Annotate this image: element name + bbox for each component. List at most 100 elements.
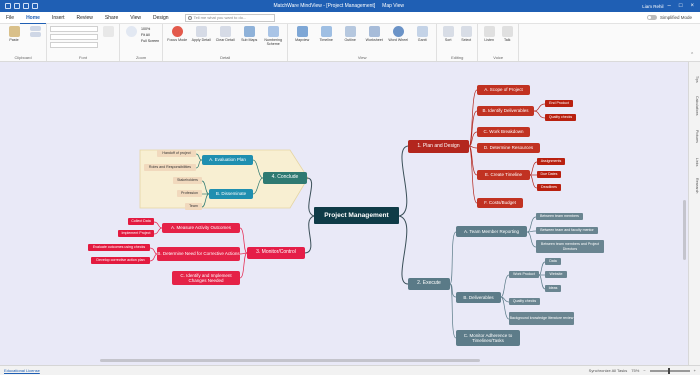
save-icon[interactable] bbox=[5, 3, 11, 9]
side-tab-research[interactable]: Research bbox=[691, 178, 699, 193]
topic-team-member-reporting[interactable]: A. Team Member Reporting bbox=[456, 226, 527, 237]
topic-plan-and-design[interactable]: 1. Plan and Design bbox=[408, 140, 469, 153]
topic-profession[interactable]: Profession bbox=[177, 190, 202, 197]
cut-copy-buttons[interactable] bbox=[27, 26, 43, 38]
topic-between-team-members[interactable]: Between team members bbox=[536, 213, 583, 220]
minimize-icon[interactable]: – bbox=[668, 3, 671, 9]
topic-work-product[interactable]: Work Product bbox=[509, 271, 539, 278]
topic-quality-checks-execute[interactable]: Quality checks bbox=[509, 298, 540, 305]
worksheet-button[interactable]: Worksheet bbox=[363, 26, 385, 42]
font-family-select[interactable] bbox=[50, 26, 98, 32]
mind-map-canvas[interactable]: Project Management 1. Plan and Design A.… bbox=[0, 62, 688, 365]
topic-roles-responsibilities[interactable]: Roles and Responsibilities bbox=[144, 164, 196, 171]
topic-quality-checks-plan[interactable]: Quality checks bbox=[545, 114, 576, 121]
topic-conclude[interactable]: 4. Conclude bbox=[263, 172, 307, 184]
topic-scope-of-project[interactable]: A. Scope of Project bbox=[477, 85, 530, 95]
focus-mode-button[interactable]: Focus Mode bbox=[166, 26, 188, 42]
topic-ideas[interactable]: Ideas bbox=[545, 285, 561, 292]
numbering-scheme-button[interactable]: Numbering Scheme bbox=[262, 26, 284, 46]
gantt-button[interactable]: Gantt bbox=[411, 26, 433, 42]
topic-deadlines[interactable]: Deadlines bbox=[537, 184, 561, 191]
timeline-button[interactable]: Timeline bbox=[315, 26, 337, 42]
topic-execute[interactable]: 2. Execute bbox=[408, 278, 450, 290]
maximize-icon[interactable]: □ bbox=[679, 3, 683, 9]
topic-identify-implement-changes[interactable]: C. Identify and Implement Changes Needed bbox=[172, 271, 240, 285]
font-style-buttons[interactable] bbox=[50, 42, 98, 48]
clear-detail-button[interactable]: Clear Detail bbox=[214, 26, 236, 42]
topic-evaluation-plan[interactable]: A. Evaluation Plan bbox=[202, 155, 253, 165]
sub-maps-button[interactable]: Sub Maps bbox=[238, 26, 260, 42]
topic-costs-budget[interactable]: F. Costs/Budget bbox=[477, 198, 523, 208]
topic-background-knowledge[interactable]: Background knowledge literature review bbox=[509, 312, 574, 325]
topic-assignments[interactable]: Assignments bbox=[537, 158, 565, 165]
zoom-out-icon[interactable]: − bbox=[643, 368, 645, 373]
apply-detail-button[interactable]: Apply Detail bbox=[190, 26, 212, 42]
license-link[interactable]: Educational License bbox=[4, 368, 40, 373]
select-button[interactable]: Select bbox=[458, 26, 474, 42]
topic-work-breakdown[interactable]: C. Work Breakdown bbox=[477, 127, 530, 137]
side-tab-links[interactable]: Links bbox=[691, 158, 699, 166]
topic-handoff-of-project[interactable]: Handoff of project bbox=[157, 150, 196, 157]
topic-due-dates[interactable]: Due Dates bbox=[537, 171, 561, 178]
topic-create-timeline[interactable]: E. Create Timeline bbox=[477, 170, 530, 180]
topic-collect-data[interactable]: Collect Data bbox=[128, 218, 154, 225]
paste-button[interactable]: Paste bbox=[3, 26, 25, 42]
talk-button[interactable]: Talk bbox=[499, 26, 515, 42]
side-tab-calculations[interactable]: Calculations bbox=[691, 96, 699, 116]
zoom-button[interactable] bbox=[123, 26, 139, 38]
topic-evaluate-outcomes[interactable]: Evaluate outcomes using checks bbox=[88, 244, 150, 251]
side-tab-pictures[interactable]: Pictures bbox=[691, 130, 699, 143]
listen-button[interactable]: Listen bbox=[481, 26, 497, 42]
topic-between-team-directors[interactable]: Between team members and Project Directo… bbox=[536, 240, 604, 253]
tab-file[interactable]: File bbox=[0, 12, 20, 24]
zoom-fit-all[interactable]: Fit All bbox=[141, 33, 159, 37]
tab-view[interactable]: View bbox=[124, 12, 147, 24]
redo-icon[interactable] bbox=[23, 3, 29, 9]
word-wheel-button[interactable]: Word Wheel bbox=[387, 26, 409, 42]
root-topic[interactable]: Project Management bbox=[314, 207, 399, 224]
close-icon[interactable]: × bbox=[690, 3, 694, 9]
outline-button[interactable]: Outline bbox=[339, 26, 361, 42]
collapse-ribbon-icon[interactable]: ⌃ bbox=[690, 24, 700, 61]
tab-design[interactable]: Design bbox=[147, 12, 175, 24]
undo-icon[interactable] bbox=[14, 3, 20, 9]
font-color-button[interactable] bbox=[100, 26, 116, 38]
zoom-full-screen[interactable]: Full Screen bbox=[141, 39, 159, 43]
topic-monitor-control[interactable]: 3. Monitor/Control bbox=[247, 247, 305, 259]
topic-stakeholders[interactable]: Stakeholders bbox=[173, 177, 202, 184]
topic-team[interactable]: Team bbox=[185, 203, 202, 210]
topic-determine-corrective-actions[interactable]: B. Determine Need for Corrective Actions bbox=[157, 247, 240, 261]
topic-disseminate[interactable]: B. Disseminate bbox=[209, 189, 253, 199]
user-name[interactable]: Liam Rehil bbox=[618, 4, 668, 9]
search-box[interactable]: Tell me what you want to do... bbox=[184, 13, 275, 22]
print-icon[interactable] bbox=[32, 3, 38, 9]
simplified-mode[interactable]: Simplified Mode bbox=[646, 15, 700, 20]
topic-determine-resources[interactable]: D. Determine Resources bbox=[477, 143, 540, 153]
tab-insert[interactable]: Insert bbox=[46, 12, 71, 24]
search-icon bbox=[187, 15, 192, 20]
zoom-100[interactable]: 100% bbox=[141, 27, 159, 31]
topic-website[interactable]: Website bbox=[545, 271, 567, 278]
topic-develop-corrective-plan[interactable]: Develop corrective action plan bbox=[91, 257, 150, 264]
topic-between-team-faculty[interactable]: Between team and faculty mentor bbox=[536, 227, 598, 234]
mapview-button[interactable]: Mapview bbox=[291, 26, 313, 42]
sync-tasks-label[interactable]: Synchronize All Tasks bbox=[589, 368, 628, 373]
topic-end-product[interactable]: End Product bbox=[545, 100, 573, 107]
tab-review[interactable]: Review bbox=[70, 12, 98, 24]
topic-implement-project[interactable]: Implement Project bbox=[118, 230, 154, 237]
tab-share[interactable]: Share bbox=[99, 12, 124, 24]
topic-monitor-adherence[interactable]: C. Monitor Adherence to Timelines/Tasks bbox=[456, 330, 520, 346]
topic-identify-deliverables[interactable]: B. Identify Deliverables bbox=[477, 106, 534, 116]
font-size-select[interactable] bbox=[50, 34, 98, 40]
zoom-in-icon[interactable]: + bbox=[694, 368, 696, 373]
topic-data[interactable]: Data bbox=[545, 258, 561, 265]
topic-deliverables[interactable]: B. Deliverables bbox=[456, 292, 501, 303]
topic-measure-activity-outcomes[interactable]: A. Measure Activity Outcomes bbox=[162, 223, 240, 233]
horizontal-scrollbar[interactable] bbox=[100, 359, 480, 362]
tab-home[interactable]: Home bbox=[20, 12, 46, 24]
sort-button[interactable]: Sort bbox=[440, 26, 456, 42]
vertical-scrollbar[interactable] bbox=[683, 200, 686, 260]
side-tab-tips[interactable]: Tips bbox=[691, 76, 699, 83]
simplified-mode-toggle[interactable] bbox=[646, 15, 657, 20]
zoom-slider[interactable] bbox=[649, 367, 690, 374]
